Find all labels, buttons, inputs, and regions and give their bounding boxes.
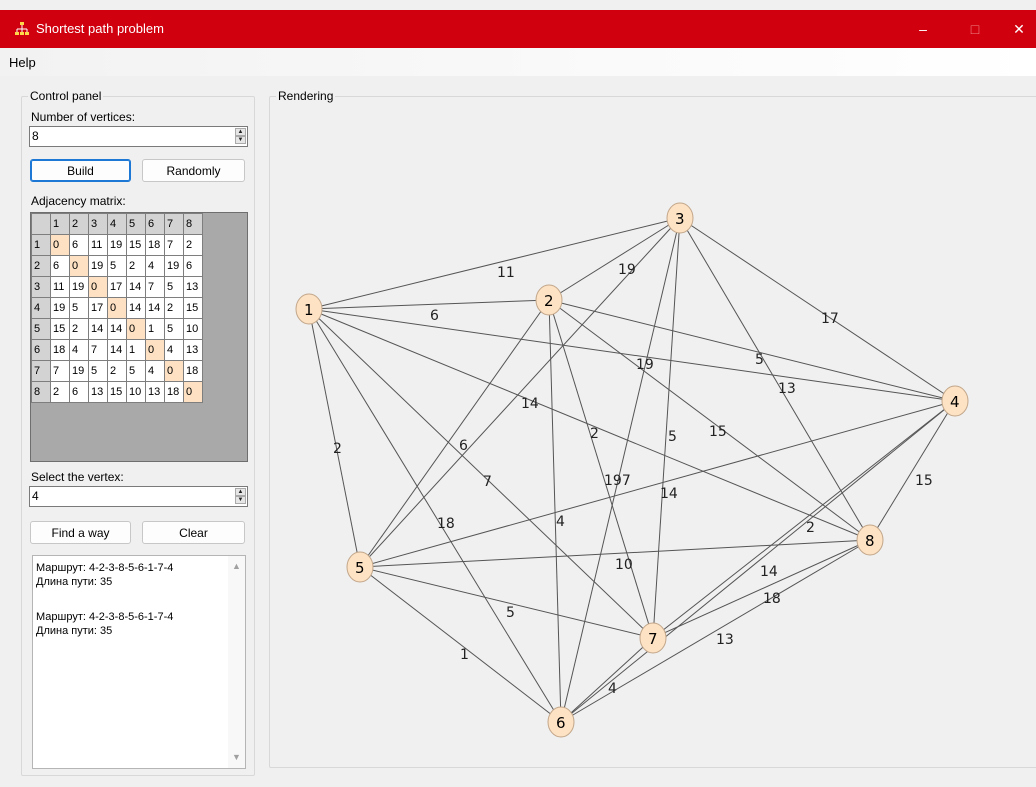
graph-edge-3-7 bbox=[652, 217, 681, 639]
graph-edge-6-7 bbox=[560, 637, 654, 723]
edge-weight-label: 7 bbox=[483, 474, 492, 490]
edge-weight-label: 2 bbox=[333, 441, 342, 457]
graph-edge-7-8 bbox=[652, 539, 871, 639]
edge-weight-label: 6 bbox=[430, 308, 439, 324]
graph-node-6[interactable]: 6 bbox=[547, 706, 575, 738]
edge-weight-label: 6 bbox=[459, 438, 468, 454]
edge-weight-label: 5 bbox=[506, 605, 515, 621]
edge-weight-label: 10 bbox=[615, 557, 633, 573]
graph-edge-2-8 bbox=[548, 299, 871, 541]
graph-node-3[interactable]: 3 bbox=[666, 202, 694, 234]
graph-edge-5-7 bbox=[359, 566, 654, 639]
edge-weight-label: 2 bbox=[806, 520, 815, 536]
graph-edge-1-2 bbox=[308, 299, 550, 310]
graph-node-label: 4 bbox=[950, 393, 960, 411]
edge-weight-label: 2 bbox=[590, 426, 599, 442]
edge-weight-label: 4 bbox=[556, 514, 565, 530]
edge-weight-label: 14 bbox=[521, 396, 539, 412]
graph-node-4[interactable]: 4 bbox=[941, 385, 969, 417]
graph-node-5[interactable]: 5 bbox=[346, 551, 374, 583]
graph-edge-2-3 bbox=[548, 217, 681, 301]
edge-weight-label: 15 bbox=[709, 424, 727, 440]
edge-weight-label: 13 bbox=[778, 381, 796, 397]
edge-weight-label: 4 bbox=[608, 681, 617, 697]
graph-edge-4-8 bbox=[869, 400, 956, 541]
graph-node-label: 2 bbox=[544, 292, 554, 310]
graph-node-label: 7 bbox=[648, 630, 658, 648]
graph-edge-1-4 bbox=[308, 308, 956, 402]
edge-weight-label: 14 bbox=[660, 486, 678, 502]
graph-edge-3-4 bbox=[679, 217, 956, 402]
app-window: Shortest path problem – □ ✕ Help Control… bbox=[0, 0, 1036, 787]
graph-edge-1-8 bbox=[308, 308, 871, 541]
graph-node-label: 1 bbox=[304, 301, 314, 319]
graph-node-label: 6 bbox=[556, 714, 566, 732]
edge-weight-label: 14 bbox=[760, 564, 778, 580]
edge-weight-label: 13 bbox=[716, 632, 734, 648]
graph-node-label: 5 bbox=[355, 559, 365, 577]
graph-edge-3-8 bbox=[679, 217, 871, 541]
edge-weight-label: 5 bbox=[755, 352, 764, 368]
graph-canvas[interactable]: 11 196 17519131426152515197147418 210 145181… bbox=[0, 0, 1036, 787]
edge-weight-label: 18 bbox=[437, 516, 455, 532]
edge-weight-label: 1 bbox=[460, 647, 469, 663]
graph-node-1[interactable]: 1 bbox=[295, 293, 323, 325]
edge-weight-label: 17 bbox=[821, 311, 839, 327]
graph-edge-1-6 bbox=[308, 308, 562, 723]
edge-weight-label: 19 bbox=[618, 262, 636, 278]
graph-node-2[interactable]: 2 bbox=[535, 284, 563, 316]
graph-edge-5-6 bbox=[359, 566, 562, 723]
graph-node-8[interactable]: 8 bbox=[856, 524, 884, 556]
edge-weight-label: 19 bbox=[636, 357, 654, 373]
graph-edge-1-5 bbox=[308, 308, 361, 568]
graph-edge-1-7 bbox=[308, 308, 654, 639]
graph-edge-4-7 bbox=[652, 400, 956, 639]
graph-node-7[interactable]: 7 bbox=[639, 622, 667, 654]
edge-weight-label: 11 bbox=[497, 265, 515, 281]
edge-weight-label: 15 bbox=[915, 473, 933, 489]
edge-weight-label: 197 bbox=[604, 473, 631, 489]
edge-weight-label: 18 bbox=[763, 591, 781, 607]
graph-node-label: 8 bbox=[865, 532, 875, 550]
graph-node-label: 3 bbox=[675, 210, 685, 228]
edge-weight-label: 5 bbox=[668, 429, 677, 445]
graph-edge-2-4 bbox=[548, 299, 956, 402]
